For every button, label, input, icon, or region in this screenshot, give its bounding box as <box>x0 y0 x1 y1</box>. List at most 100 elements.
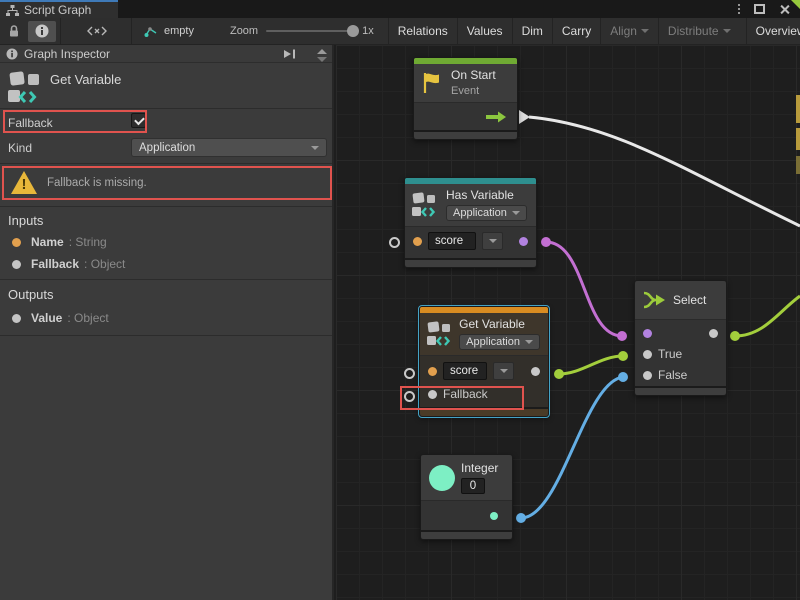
port-dot <box>12 314 21 323</box>
offscreen-node-edge <box>796 156 800 174</box>
inputs-header: Inputs <box>8 213 43 228</box>
variable-unit-icon <box>8 69 46 105</box>
bool-output-port[interactable] <box>519 237 528 246</box>
tab-label: Script Graph <box>24 3 91 17</box>
node-on-start[interactable]: On Start Event <box>413 57 518 140</box>
values-button[interactable]: Values <box>457 18 512 45</box>
titlebar: Script Graph <box>0 0 800 18</box>
false-input-port[interactable] <box>643 371 652 380</box>
integer-value-field[interactable]: 0 <box>461 478 485 494</box>
variable-icon <box>427 320 453 348</box>
fallback-port-label: Fallback <box>443 387 488 401</box>
true-port-label: True <box>658 347 682 361</box>
selection-output-port[interactable] <box>709 329 718 338</box>
scroll-up-icon[interactable] <box>317 49 327 54</box>
chevron-down-icon <box>641 29 649 33</box>
unconnected-port-indicator <box>404 391 415 402</box>
scroll-down-icon[interactable] <box>317 57 327 62</box>
chevron-down-icon <box>489 239 497 243</box>
overview-button[interactable]: Overview <box>746 18 800 45</box>
relations-button[interactable]: Relations <box>388 18 457 45</box>
chevron-down-icon <box>311 146 319 150</box>
integer-output-port[interactable] <box>490 512 498 520</box>
lock-icon <box>7 24 21 38</box>
info-icon <box>6 48 18 60</box>
maximize-icon[interactable] <box>754 4 765 14</box>
input-row-name: Name : String <box>12 235 107 249</box>
graph-inspector-panel: Graph Inspector G <box>0 45 334 600</box>
chevron-down-icon <box>723 29 731 33</box>
zoom-slider-handle[interactable] <box>347 25 359 37</box>
chevron-down-icon <box>500 369 508 373</box>
wire-object-select-out <box>735 296 800 336</box>
node-select[interactable]: Select True False <box>634 280 727 396</box>
node-get-variable[interactable]: Get Variable Application score <box>419 306 549 417</box>
variable-name-dropdown[interactable] <box>493 362 514 380</box>
code-brackets-icon <box>86 24 108 38</box>
zoom-label: Zoom <box>230 25 258 37</box>
output-row-value: Value : Object <box>12 311 109 325</box>
variable-kind-dropdown[interactable]: Application <box>446 205 527 221</box>
carry-button[interactable]: Carry <box>552 18 600 45</box>
dock-icon[interactable] <box>283 48 298 60</box>
script-graph-window: Script Graph <box>0 0 800 600</box>
dim-button[interactable]: Dim <box>512 18 552 45</box>
info-icon <box>35 24 49 38</box>
select-icon <box>643 290 667 310</box>
node-title: On Start <box>451 68 496 82</box>
kind-dropdown[interactable]: Application <box>131 138 327 157</box>
graph-breadcrumb[interactable]: empty <box>136 25 202 38</box>
name-input-port[interactable] <box>413 237 422 246</box>
fallback-option-label: Fallback <box>8 116 53 130</box>
node-title: Has Variable <box>446 188 527 202</box>
input-row-fallback: Fallback : Object <box>12 257 125 271</box>
chevron-down-icon <box>525 340 533 344</box>
corner-indicator <box>791 0 800 9</box>
port-dot <box>12 238 21 247</box>
variable-kind-dropdown[interactable]: Application <box>459 334 540 350</box>
variable-name-dropdown[interactable] <box>482 232 503 250</box>
variable-icon <box>412 191 440 219</box>
wires-layer <box>336 45 800 600</box>
close-icon[interactable] <box>779 4 790 15</box>
true-input-port[interactable] <box>643 350 652 359</box>
false-port-label: False <box>658 368 687 382</box>
control-output-port-icon[interactable] <box>486 111 507 123</box>
variable-name-field[interactable]: score <box>443 362 487 380</box>
offscreen-node-edge <box>796 95 800 123</box>
graph-hierarchy-icon <box>6 5 19 16</box>
scroll-arrows[interactable] <box>314 46 330 62</box>
toolbar: empty Zoom 1x Relations Values Dim Carry… <box>0 18 800 45</box>
fallback-checkbox[interactable] <box>131 113 146 128</box>
fallback-input-port[interactable] <box>428 390 437 399</box>
port-dot <box>12 260 21 269</box>
wire-arrowhead <box>519 110 530 124</box>
condition-input-port[interactable] <box>643 329 652 338</box>
node-title: Select <box>673 293 706 307</box>
node-subtitle: Event <box>451 85 496 97</box>
zoom-slider[interactable] <box>266 30 354 32</box>
tab-script-graph[interactable]: Script Graph <box>0 0 118 18</box>
kind-label: Kind <box>8 141 32 155</box>
lock-button[interactable] <box>0 21 28 42</box>
graph-canvas[interactable]: On Start Event <box>336 45 800 600</box>
menu-icon[interactable] <box>738 4 740 14</box>
unconnected-port-indicator <box>404 368 415 379</box>
align-button: Align <box>600 18 658 45</box>
integer-icon <box>429 465 455 491</box>
value-output-port[interactable] <box>531 367 540 376</box>
node-title: Get Variable <box>459 317 540 331</box>
variable-name-field[interactable]: score <box>428 232 476 250</box>
node-has-variable[interactable]: Has Variable Application score <box>404 177 537 268</box>
wire-bool-hasvariable-select <box>546 242 622 336</box>
wire-object-getvariable-true <box>559 356 623 374</box>
node-integer[interactable]: Integer 0 <box>420 454 513 540</box>
inspector-toggle-button[interactable] <box>28 21 56 42</box>
warning-icon <box>11 171 37 194</box>
name-input-port[interactable] <box>428 367 437 376</box>
outputs-header: Outputs <box>8 287 54 302</box>
graph-empty-icon <box>144 25 159 38</box>
code-preview-button[interactable] <box>79 21 115 42</box>
wire-control-on-start <box>529 117 800 226</box>
unit-title-block: Get Variable <box>0 64 332 109</box>
